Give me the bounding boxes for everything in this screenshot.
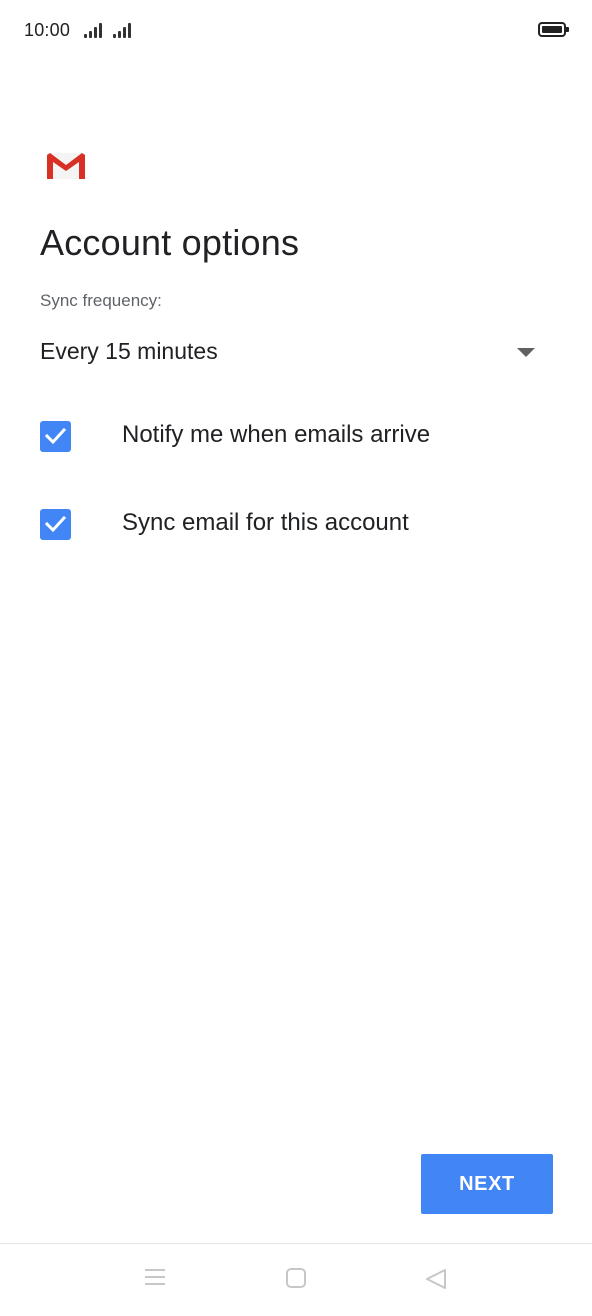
sync-frequency-value: Every 15 minutes — [40, 338, 218, 364]
notify-label: Notify me when emails arrive — [122, 421, 431, 448]
signal-icon — [84, 22, 110, 38]
system-nav-bar — [0, 1243, 592, 1316]
signal-icon — [113, 22, 139, 38]
sync-email-checkbox[interactable] — [40, 509, 71, 540]
notify-checkbox[interactable] — [40, 421, 71, 452]
dropdown-arrow-icon — [517, 348, 535, 357]
home-icon[interactable] — [286, 1268, 306, 1293]
status-bar: 10:00 — [0, 0, 592, 62]
checkmark-icon — [45, 427, 66, 445]
gmail-logo-icon — [46, 151, 86, 181]
menu-icon[interactable] — [144, 1268, 166, 1291]
back-icon[interactable] — [425, 1268, 447, 1295]
battery-icon — [538, 22, 569, 37]
sync-email-option-row[interactable]: Sync email for this account — [40, 499, 560, 549]
sync-frequency-label: Sync frequency: — [40, 291, 162, 310]
page-title: Account options — [40, 222, 300, 263]
checkmark-icon — [45, 515, 66, 533]
sync-frequency-dropdown[interactable]: Every 15 minutes — [40, 330, 540, 376]
notify-option-row[interactable]: Notify me when emails arrive — [40, 411, 560, 461]
next-button[interactable]: NEXT — [421, 1154, 553, 1214]
status-time: 10:00 — [24, 20, 71, 40]
sync-email-label: Sync email for this account — [122, 509, 409, 536]
